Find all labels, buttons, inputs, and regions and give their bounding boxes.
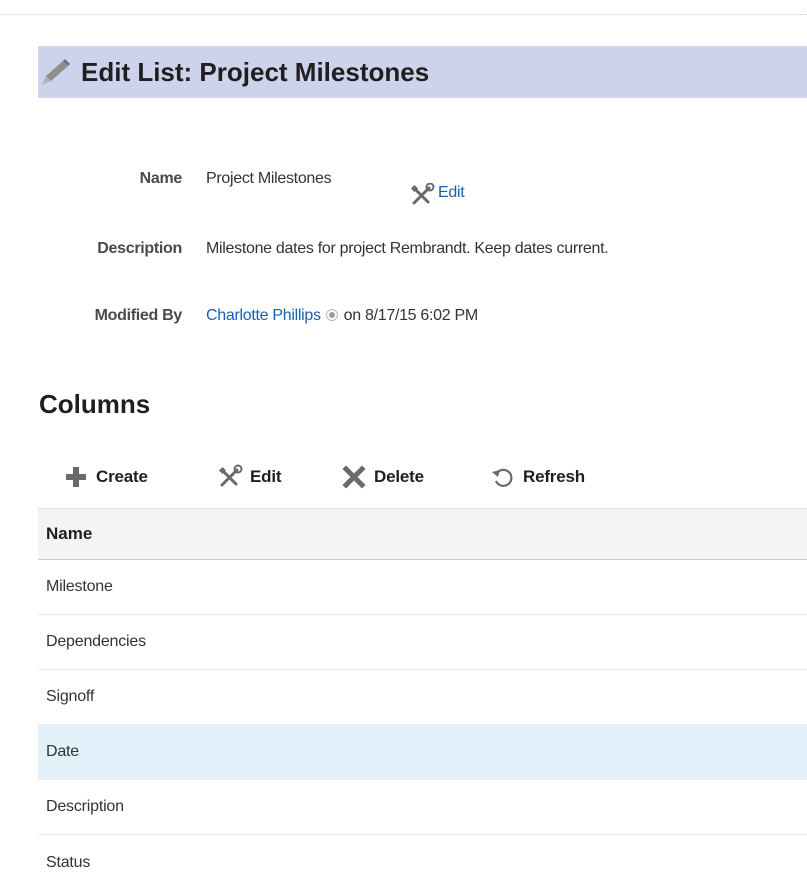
pencil-icon: [42, 59, 70, 85]
refresh-label: Refresh: [523, 467, 585, 486]
tools-icon: [218, 464, 243, 487]
page-title-bar: Edit List: Project Milestones: [38, 46, 807, 98]
plus-icon: [66, 467, 86, 487]
table-row[interactable]: Status: [38, 835, 807, 890]
table-row[interactable]: Signoff: [38, 670, 807, 725]
delete-label: Delete: [374, 467, 424, 486]
delete-button[interactable]: Delete: [341, 462, 424, 492]
edit-name-link[interactable]: Edit: [438, 184, 465, 202]
name-value: Project Milestones: [206, 170, 332, 187]
presence-icon[interactable]: [325, 309, 338, 321]
edit-label: Edit: [250, 467, 282, 486]
modified-date: on 8/17/15 6:02 PM: [343, 307, 479, 324]
row-name: Signoff: [46, 688, 95, 705]
name-label: Name: [139, 170, 183, 187]
row-name: Dependencies: [46, 633, 146, 650]
row-name: Description: [46, 798, 124, 815]
edit-column-button[interactable]: Edit: [217, 462, 282, 492]
refresh-button[interactable]: Refresh: [490, 462, 585, 492]
modified-by-value: Charlotte Phillips on 8/17/15 6:02 PM: [206, 307, 478, 325]
description-value: Milestone dates for project Rembrandt. K…: [206, 240, 609, 257]
column-header-name: Name: [46, 524, 93, 543]
x-icon: [342, 465, 366, 489]
table-row[interactable]: Dependencies: [38, 615, 807, 670]
modified-by-user-link[interactable]: Charlotte Phillips: [206, 307, 321, 324]
row-name: Milestone: [46, 578, 113, 595]
page-title: Edit List: Project Milestones: [81, 57, 430, 87]
table-row[interactable]: Milestone: [38, 560, 807, 615]
columns-table: Name Milestone Dependencies Signoff Date…: [38, 508, 807, 890]
tools-icon[interactable]: [409, 183, 435, 207]
table-row[interactable]: Description: [38, 780, 807, 835]
description-label: Description: [97, 240, 182, 257]
row-name: Date: [46, 743, 79, 760]
refresh-icon: [492, 468, 513, 487]
create-label: Create: [96, 467, 148, 486]
row-name: Status: [46, 853, 91, 871]
columns-heading: Columns: [39, 389, 151, 419]
top-divider: [0, 14, 807, 15]
table-row-selected[interactable]: Date: [38, 725, 807, 780]
modified-by-label: Modified By: [94, 307, 183, 324]
create-button[interactable]: Create: [63, 462, 148, 492]
table-header[interactable]: Name: [38, 508, 807, 560]
